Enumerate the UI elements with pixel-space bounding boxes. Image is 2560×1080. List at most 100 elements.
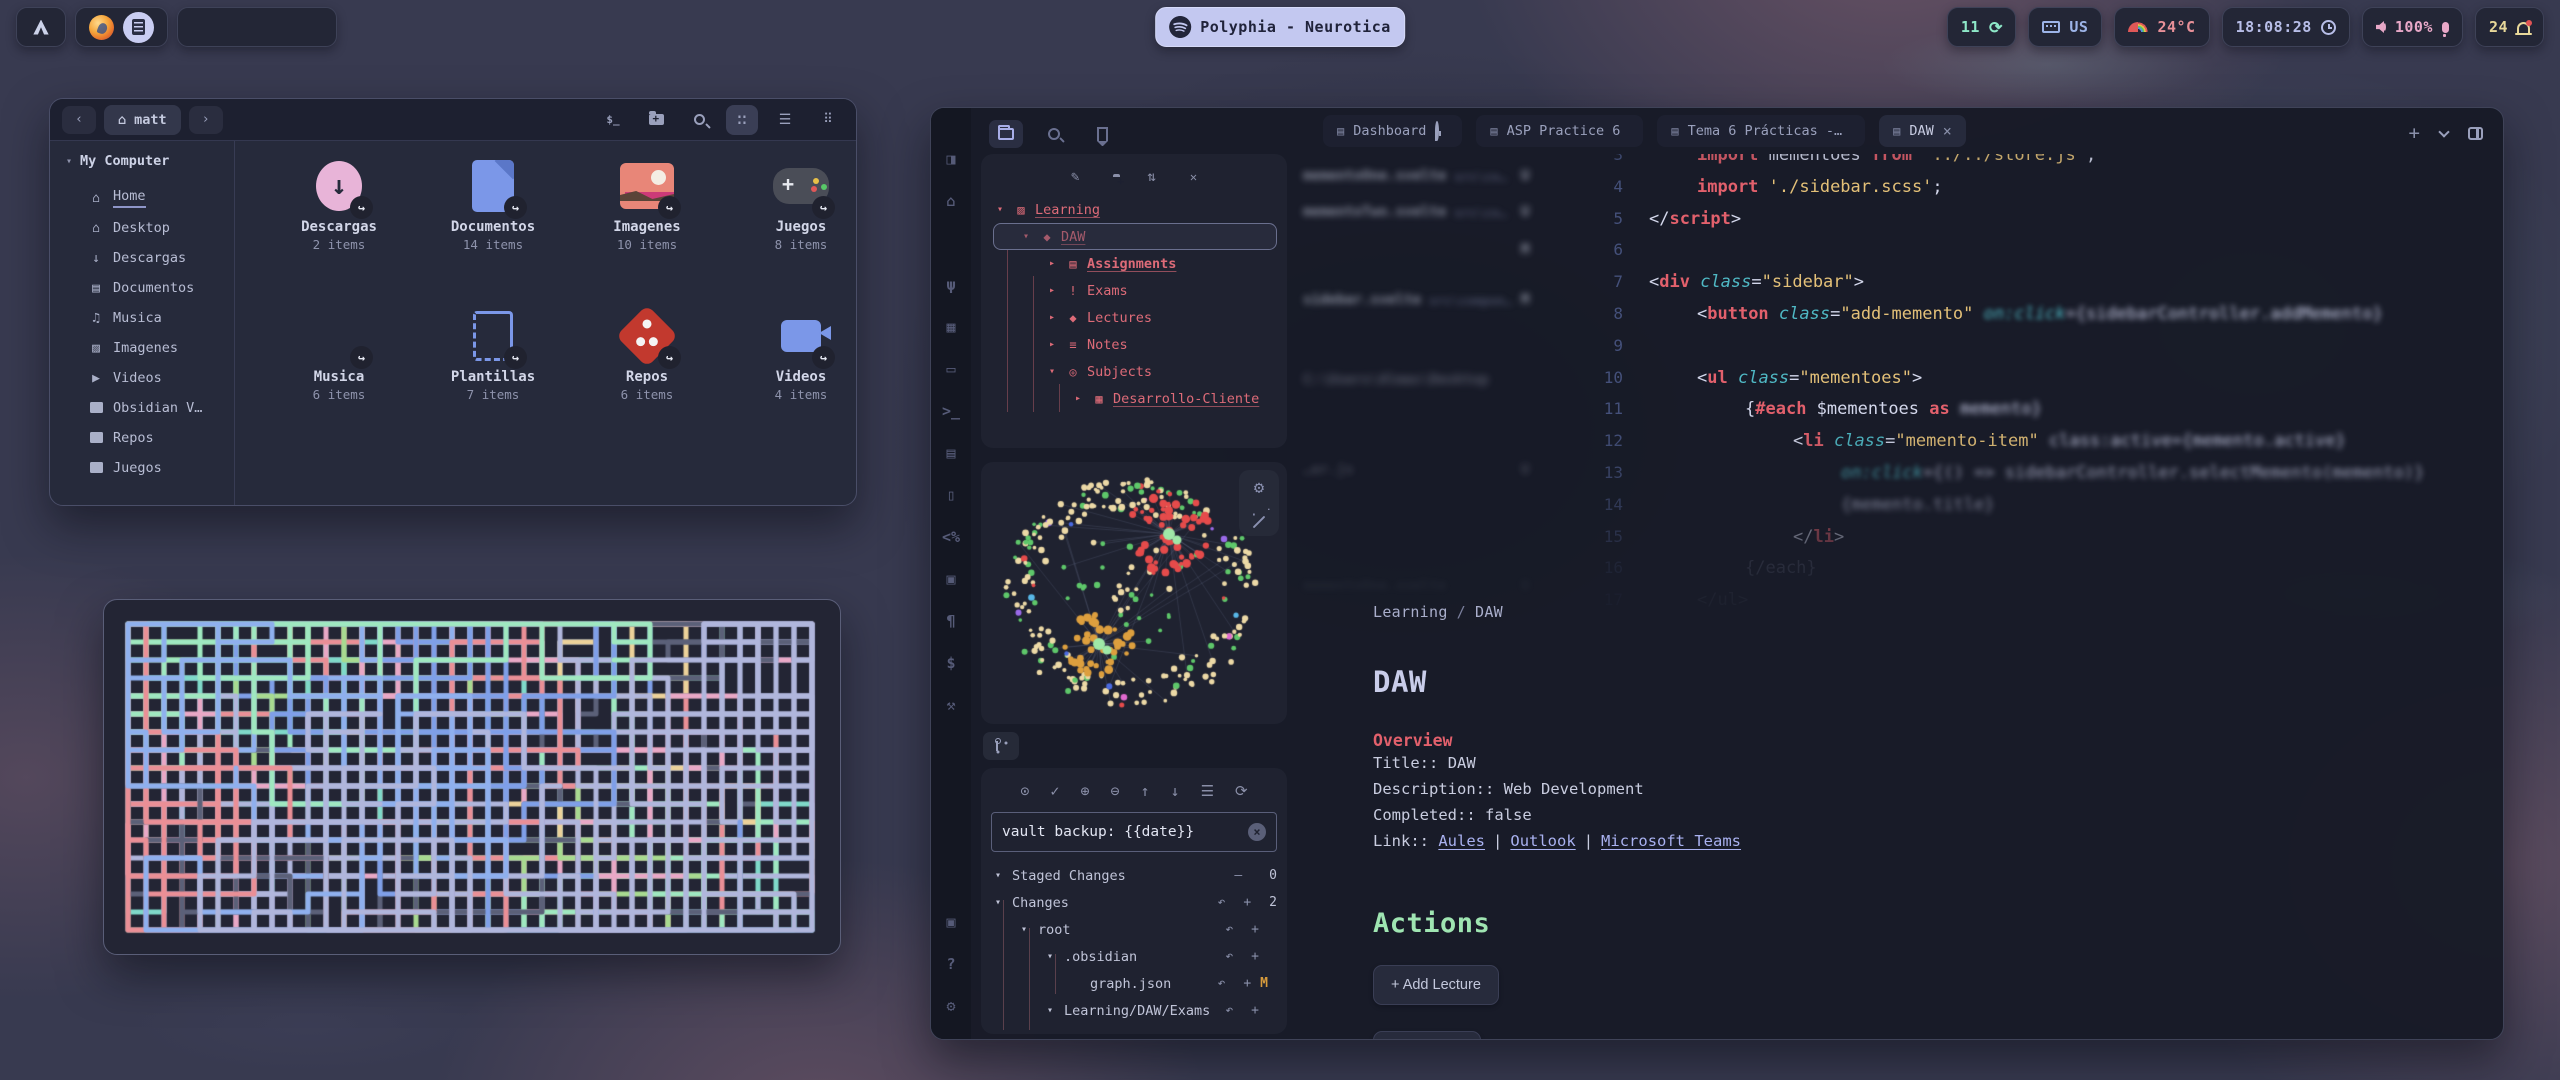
folder-item[interactable]: ↪ Imagenes 10 items [571,155,723,305]
templater-icon[interactable]: <% [931,516,971,558]
editor-tab[interactable]: ▤ DAW × [1879,115,1966,147]
book-icon[interactable]: ▯ [931,474,971,516]
tree-item[interactable]: ▸ ▦ Desarrollo-Cliente [991,385,1279,412]
stage-icon[interactable]: + [1251,922,1259,937]
commit-message-input[interactable] [1002,824,1240,840]
sidebar-item[interactable]: ♫ Musica [66,303,234,333]
table-icon[interactable]: ▤ [931,432,971,474]
add-lecture-button[interactable]: + Add Lecture [1373,965,1499,1005]
tab-close-icon[interactable]: × [1943,122,1952,140]
backup-icon[interactable]: ⊙ [1020,782,1029,800]
view-list-button[interactable]: ☰ [769,105,801,135]
git-tree-row[interactable]: ▾ Staged Changes — 0 [991,862,1277,889]
add-note-button[interactable]: + Add Note [1373,1031,1481,1040]
folder-item[interactable]: ↪ Descargas 2 items [263,155,415,305]
sidebar-section-header[interactable]: ▾ My Computer [66,153,234,169]
tab-bookmarks[interactable] [1085,120,1119,148]
graph-icon[interactable]: ψ [931,264,971,306]
link-teams[interactable]: Microsoft Teams [1601,832,1741,850]
link-aules[interactable]: Aules [1438,832,1485,850]
stage-all-icon[interactable]: ⊕ [1080,782,1089,800]
unstage-count-icon[interactable]: — [1234,868,1242,883]
tree-item[interactable]: ▸ ≡ Notes [991,331,1279,358]
tools-icon[interactable]: ⚒ [931,684,971,726]
sidebar-item[interactable]: Juegos [66,453,234,483]
tab-search[interactable] [1037,120,1071,148]
sidebar-item[interactable]: ▨ Imagenes [66,333,234,363]
sort-icon[interactable]: ⇅ [1147,169,1155,185]
git-tree-row[interactable]: ▾ root ↶ + [991,916,1277,943]
stage-icon[interactable]: + [1251,1003,1259,1018]
git-panel-tab[interactable] [983,732,1019,760]
tab-files[interactable] [989,120,1023,148]
editor-tab[interactable]: ▤ ASP Practice 6 [1476,115,1643,147]
editor-tab[interactable]: ▤ Dashboard [1323,115,1462,147]
vault-icon[interactable]: ▣ [931,901,971,943]
view-grid-button[interactable]: ∷ [726,105,758,135]
new-tab-button[interactable]: + [2409,122,2420,144]
tree-item[interactable]: ▾ ◆ DAW [991,223,1279,250]
breadcrumb[interactable]: Learning/DAW [1373,603,2443,621]
new-folder-button[interactable] [640,105,672,135]
sidebar-item[interactable]: ▶ Videos [66,363,234,393]
search-icon[interactable] [931,222,971,264]
tree-item[interactable]: ▾ ◎ Subjects [991,358,1279,385]
git-tree-row[interactable]: ▾ Learning/DAW/Exams ↶ + [991,997,1277,1024]
firefox-icon[interactable] [89,15,114,40]
unstage-all-icon[interactable]: ⊖ [1110,782,1119,800]
panel-toggle-icon[interactable]: ◨ [931,138,971,180]
folder-item[interactable]: ↪ Videos 4 items [725,305,857,455]
launcher-button[interactable] [16,7,66,47]
forward-button[interactable]: › [189,106,223,134]
discard-icon[interactable]: ↶ [1218,895,1226,910]
git-tree-row[interactable]: ▾ Changes ↶ + 2 [991,889,1277,916]
changes-icon[interactable]: ☰ [1201,782,1214,800]
discard-icon[interactable]: ↶ [1225,1003,1233,1018]
toggle-right-sidebar-icon[interactable] [2468,127,2483,140]
help-icon[interactable]: ? [931,943,971,985]
dashboard-icon[interactable]: ▦ [931,306,971,348]
folder-item[interactable]: ↪ Musica 6 items [263,305,415,455]
sidebar-item[interactable]: ↓ Descargas [66,243,234,273]
git-tree-row[interactable]: graph.json ↶ + M [991,970,1277,997]
graph-filter-icon[interactable] [1252,514,1266,528]
notifications-widget[interactable]: 24 [2475,7,2544,47]
view-compact-button[interactable]: ⠿ [812,105,844,135]
currency-icon[interactable]: $ [931,642,971,684]
obsidian-window[interactable]: ◨ ⌂ ψ ▦ ▭ >_ ▤ ▯ <% ▣ ¶ [930,107,2504,1040]
folder-item[interactable]: ↪ Repos 6 items [571,305,723,455]
sidebar-item[interactable]: Obsidian V… [66,393,234,423]
stage-icon[interactable]: + [1251,949,1259,964]
clock-widget[interactable]: 18:08:28 [2222,7,2350,47]
volume-widget[interactable]: 100% [2362,7,2463,47]
tree-item[interactable]: ▾ ▨ Learning [991,196,1279,223]
discard-icon[interactable]: ↶ [1225,949,1233,964]
editor-tab[interactable]: ▤ Tema 6 Prácticas -… [1657,115,1865,147]
push-icon[interactable]: ↑ [1141,782,1150,800]
home-icon[interactable]: ⌂ [931,180,971,222]
gamepad-icon[interactable]: ▣ [931,558,971,600]
sidebar-item[interactable]: ⌂ Home [66,183,234,213]
tree-item[interactable]: ▸ ▤ Assignments [991,250,1279,277]
file-search-icon[interactable]: ¶ [931,600,971,642]
folder-item[interactable]: ↪ Juegos 8 items [725,155,857,305]
settings-icon[interactable]: ⚙ [931,985,971,1027]
open-terminal-button[interactable]: $_ [597,105,629,135]
commit-icon[interactable]: ✓ [1050,782,1059,800]
terminal-icon[interactable]: >_ [931,390,971,432]
sidebar-item[interactable]: ▤ Documentos [66,273,234,303]
calendar-icon[interactable]: ▭ [931,348,971,390]
new-note-icon[interactable]: ✎ [1071,169,1079,185]
discard-icon[interactable]: ↶ [1225,922,1233,937]
collapse-all-icon[interactable]: ✕ [1190,170,1197,184]
location-chip[interactable]: ⌂ matt [104,105,181,135]
tree-item[interactable]: ▸ ! Exams [991,277,1279,304]
sidebar-item[interactable]: ⌂ Desktop [66,213,234,243]
folder-item[interactable]: ↪ Documentos 14 items [417,155,569,305]
back-button[interactable]: ‹ [62,106,96,134]
keyboard-layout-widget[interactable]: US [2028,7,2102,47]
sidebar-item[interactable]: Repos [66,423,234,453]
stage-icon[interactable]: + [1243,895,1251,910]
document-app-icon[interactable] [123,12,154,43]
pull-icon[interactable]: ↓ [1171,782,1180,800]
